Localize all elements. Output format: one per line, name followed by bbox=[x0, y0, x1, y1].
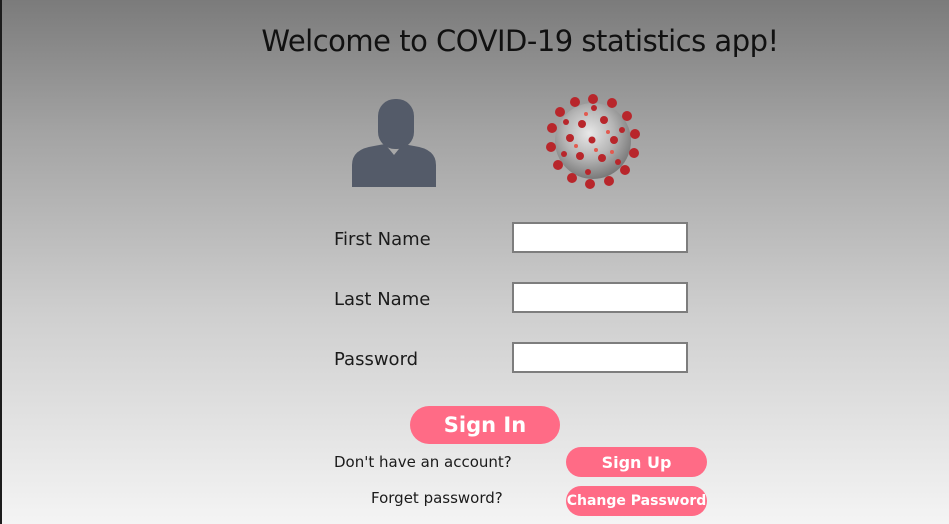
password-input[interactable] bbox=[512, 342, 688, 373]
forgot-password-text: Forget password? bbox=[371, 489, 503, 507]
change-password-button[interactable]: Change Password bbox=[566, 486, 707, 516]
first-name-label: First Name bbox=[334, 229, 431, 250]
password-label: Password bbox=[334, 349, 419, 370]
user-avatar-icon bbox=[352, 99, 436, 187]
last-name-label: Last Name bbox=[334, 289, 431, 310]
page-title: Welcome to COVID-19 statistics app! bbox=[261, 24, 779, 58]
first-name-input[interactable] bbox=[512, 222, 688, 253]
sign-up-button[interactable]: Sign Up bbox=[566, 447, 707, 477]
coronavirus-icon bbox=[546, 94, 640, 189]
sign-in-button[interactable]: Sign In bbox=[410, 406, 560, 444]
no-account-text: Don't have an account? bbox=[334, 453, 512, 471]
window-left-edge bbox=[0, 0, 2, 524]
last-name-input[interactable] bbox=[512, 282, 688, 313]
